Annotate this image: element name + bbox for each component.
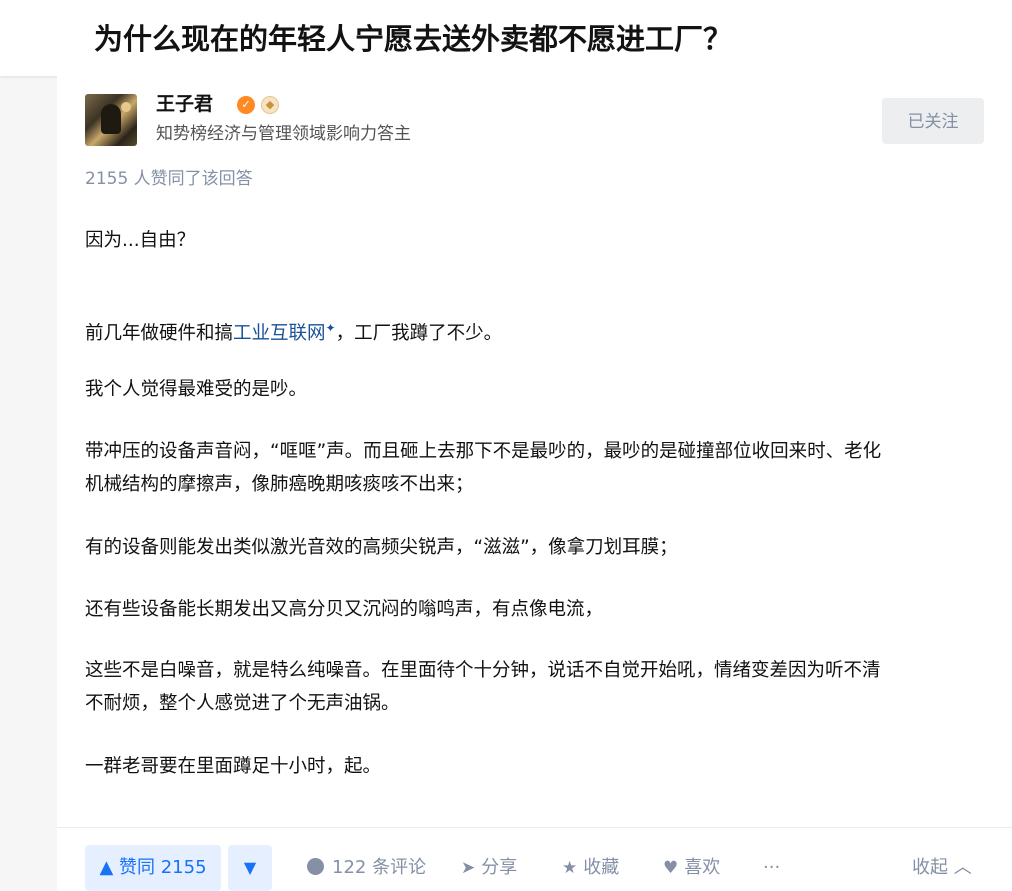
avatar[interactable] (85, 94, 137, 146)
author-name[interactable]: 王子君 (156, 90, 213, 118)
paragraph: 前几年做硬件和搞工业互联网✦，工厂我蹲了不少。 (85, 312, 502, 350)
paragraph: 这些不是白噪音，就是特么纯噪音。在里面待个十分钟，说话不自觉开始吼，情绪变差因为… (85, 660, 881, 681)
question-header: 为什么现在的年轻人宁愿去送外卖都不愿进工厂？ (0, 0, 1012, 76)
share-label: 分享 (481, 857, 518, 878)
comment-button[interactable]: 122 条评论 (307, 845, 426, 891)
paragraph: 不耐烦，整个人感觉进了个无声油锅。 (85, 693, 400, 714)
industrial-internet-link[interactable]: 工业互联网 (233, 323, 326, 344)
avatar-figure (101, 104, 121, 134)
paragraph: 带冲压的设备声音闷，“哐哐”声。而且砸上去那下不是最吵的，最吵的是碰撞部位收回来… (85, 441, 882, 462)
like-label: 喜欢 (684, 857, 721, 878)
spark-icon: ✦ (325, 321, 336, 335)
paragraph-text: 前几年做硬件和搞 (85, 323, 234, 345)
star-icon: ★ (562, 858, 578, 878)
action-bar: ▲ 赞同 2155 ▼ 122 条评论 ➤ 分享 ★ 收藏 ♥ 喜欢 ··· 收起 ︿ (57, 827, 1012, 891)
author-headline: 知势榜经济与管理领域影响力答主 (156, 124, 411, 144)
paragraph: 我个人觉得最难受的是吵。 (85, 379, 308, 400)
comment-label: 122 条评论 (332, 857, 427, 878)
collapse-button[interactable]: 收起 ︿ (912, 845, 972, 891)
favorite-label: 收藏 (583, 857, 620, 878)
vote-summary: 2155 人赞同了该回答 (85, 169, 253, 189)
question-title[interactable]: 为什么现在的年轻人宁愿去送外卖都不愿进工厂？ (94, 18, 732, 60)
paragraph: 机械结构的摩擦声，像肺癌晚期咳痰咳不出来； (85, 474, 474, 495)
more-button[interactable]: ··· (763, 845, 780, 891)
paragraph-text: ，工厂我蹲了不少。 (335, 323, 503, 345)
paragraph: 一群老哥要在里面蹲足十小时，起。 (85, 756, 382, 777)
paragraph: 还有些设备能长期发出又高分贝又沉闷的嗡鸣声，有点像电流， (85, 599, 604, 620)
avatar-light (121, 102, 131, 112)
verified-badge-icon[interactable]: ✓ (237, 96, 255, 114)
heart-icon: ♥ (663, 858, 679, 878)
influence-badge-icon[interactable]: ◆ (261, 96, 279, 114)
paragraph: 有的设备则能发出类似激光音效的高频尖锐声，“滋滋”，像拿刀划耳膜； (85, 537, 678, 558)
vote-down-button[interactable]: ▼ (228, 845, 272, 891)
answer-card: 王子君 ✓ ◆ 知势榜经济与管理领域影响力答主 已关注 2155 人赞同了该回答… (57, 76, 1012, 891)
vote-up-button[interactable]: ▲ 赞同 2155 (85, 845, 221, 891)
favorite-button[interactable]: ★ 收藏 (562, 845, 619, 891)
comment-icon (307, 858, 324, 875)
follow-button[interactable]: 已关注 (882, 98, 984, 144)
paragraph: 因为...自由？ (85, 230, 196, 251)
share-button[interactable]: ➤ 分享 (461, 845, 517, 891)
like-button[interactable]: ♥ 喜欢 (663, 845, 720, 891)
share-icon: ➤ (461, 858, 476, 878)
